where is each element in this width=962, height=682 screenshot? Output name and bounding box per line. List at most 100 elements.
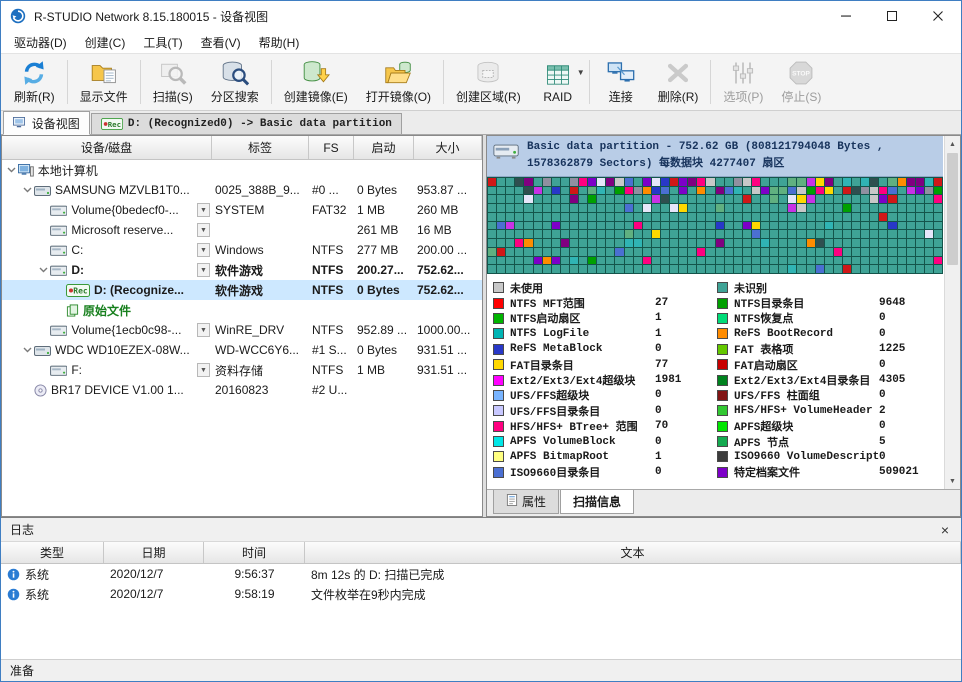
- map-block: [697, 204, 705, 212]
- expander-icon[interactable]: [21, 347, 33, 353]
- window-controls: [823, 1, 961, 31]
- volume-dropdown-icon[interactable]: ▼: [197, 203, 210, 217]
- tab-properties[interactable]: 属性: [493, 490, 559, 514]
- device-cell: C:▼: [2, 240, 212, 260]
- scrollbar-thumb[interactable]: [947, 153, 958, 265]
- legend-swatch: [717, 390, 728, 401]
- column-header-boot[interactable]: 启动: [354, 136, 414, 159]
- map-block: [852, 257, 860, 265]
- device-row-5[interactable]: D:▼软件游戏NTFS200.27...752.62...: [2, 260, 482, 280]
- column-header-label[interactable]: 标签: [212, 136, 309, 159]
- tab-label: 属性: [522, 493, 546, 510]
- legend-item-left-6: Ext2/Ext3/Ext4超级块1981: [493, 372, 717, 387]
- legend-swatch: [493, 298, 504, 309]
- scroll-up-icon[interactable]: ▲: [945, 136, 960, 152]
- menu-item-1[interactable]: 创建(C): [76, 32, 135, 53]
- map-block: [570, 239, 578, 247]
- log-column-header-3[interactable]: 文本: [305, 542, 961, 563]
- legend-label: APFS BitmapRoot: [510, 451, 655, 463]
- toolbar-raid-button[interactable]: RAID▼: [530, 56, 586, 108]
- map-block: [716, 265, 724, 273]
- device-row-0[interactable]: 本地计算机: [2, 160, 482, 180]
- map-block: [870, 239, 878, 247]
- map-block: [861, 265, 869, 273]
- map-block: [524, 257, 532, 265]
- map-block: [934, 213, 942, 221]
- toolbar-show-files-button[interactable]: 显示文件: [71, 56, 137, 108]
- menu-item-3[interactable]: 查看(V): [192, 32, 250, 53]
- legend-swatch: [717, 359, 728, 370]
- legend-count: 0: [879, 389, 941, 401]
- device-row-11[interactable]: BR17 DEVICE V1.00 1...20160823#2 U...: [2, 380, 482, 400]
- log-row-0[interactable]: 系统2020/12/79:56:378m 12s 的 D: 扫描已完成: [1, 564, 961, 584]
- map-block: [552, 187, 560, 195]
- column-header-fs[interactable]: FS: [309, 136, 354, 159]
- volume-dropdown-icon[interactable]: ▼: [197, 223, 210, 237]
- device-row-9[interactable]: WDC WD10EZEX-08W...WD-WCC6Y6...#1 S...0 …: [2, 340, 482, 360]
- tab-device-view[interactable]: 设备视图: [3, 111, 90, 135]
- map-block: [734, 213, 742, 221]
- cell-label: [212, 160, 309, 180]
- maximize-button[interactable]: [869, 1, 915, 31]
- log-column-header-1[interactable]: 日期: [104, 542, 204, 563]
- dropdown-arrow-icon[interactable]: ▼: [577, 68, 585, 77]
- scroll-down-icon[interactable]: ▼: [945, 473, 960, 489]
- volume-dropdown-icon[interactable]: ▼: [197, 363, 210, 377]
- map-block: [770, 204, 778, 212]
- map-block: [615, 204, 623, 212]
- expander-icon[interactable]: [5, 167, 17, 173]
- device-row-8[interactable]: Volume{1ecb0c98-...▼WinRE_DRVNTFS952.89 …: [2, 320, 482, 340]
- expander-icon[interactable]: [21, 187, 33, 193]
- log-row-1[interactable]: 系统2020/12/79:58:19文件枚举在9秒内完成: [1, 584, 961, 604]
- menu-item-4[interactable]: 帮助(H): [250, 32, 309, 53]
- expander-icon[interactable]: [37, 267, 49, 273]
- map-block: [852, 248, 860, 256]
- minimize-button[interactable]: [823, 1, 869, 31]
- map-block: [524, 239, 532, 247]
- menu-item-2[interactable]: 工具(T): [134, 32, 191, 53]
- tab-partition-scan[interactable]: RecD: (Recognized0) -> Basic data partit…: [91, 113, 402, 134]
- device-row-7[interactable]: 原始文件: [2, 300, 482, 320]
- map-block: [661, 222, 669, 230]
- map-block: [661, 178, 669, 186]
- map-block: [679, 178, 687, 186]
- partition-map[interactable]: [487, 177, 943, 274]
- device-row-1[interactable]: SAMSUNG MZVLB1T0...0025_388B_9...#0 ...0…: [2, 180, 482, 200]
- toolbar-refresh-button[interactable]: 刷新(R): [5, 56, 64, 108]
- legend-count: 2: [879, 405, 941, 417]
- map-block: [488, 265, 496, 273]
- device-row-4[interactable]: C:▼WindowsNTFS277 MB200.00 ...: [2, 240, 482, 260]
- map-block: [506, 248, 514, 256]
- log-column-header-0[interactable]: 类型: [1, 542, 104, 563]
- toolbar-open-image-button[interactable]: 打开镜像(O): [357, 56, 440, 108]
- device-row-2[interactable]: Volume{0bedecf0-...▼SYSTEMFAT321 MB260 M…: [2, 200, 482, 220]
- device-row-3[interactable]: Microsoft reserve...▼261 MB16 MB: [2, 220, 482, 240]
- column-header-size[interactable]: 大小: [414, 136, 482, 159]
- map-block: [797, 265, 805, 273]
- legend-swatch: [493, 451, 504, 462]
- map-block: [843, 204, 851, 212]
- toolbar-partition-search-button[interactable]: 分区搜索: [202, 56, 268, 108]
- vertical-scrollbar[interactable]: ▲ ▼: [944, 136, 960, 489]
- tab-scan-information[interactable]: 扫描信息: [560, 490, 634, 514]
- legend-swatch: [717, 421, 728, 432]
- toolbar-create-image-button[interactable]: 创建镜像(E): [275, 56, 357, 108]
- volume-dropdown-icon[interactable]: ▼: [197, 263, 210, 277]
- toolbar-connect-button[interactable]: 连接: [593, 56, 649, 108]
- device-cell: Volume{0bedecf0-...▼: [2, 200, 212, 220]
- volume-dropdown-icon[interactable]: ▼: [197, 243, 210, 257]
- log-column-header-2[interactable]: 时间: [204, 542, 305, 563]
- device-row-6[interactable]: RecD: (Recognize...软件游戏NTFS0 Bytes752.62…: [2, 280, 482, 300]
- legend-swatch: [493, 344, 504, 355]
- map-block: [615, 248, 623, 256]
- map-block: [816, 265, 824, 273]
- device-row-10[interactable]: F:▼资料存储NTFS1 MB931.51 ...: [2, 360, 482, 380]
- volume-dropdown-icon[interactable]: ▼: [197, 323, 210, 337]
- map-block: [779, 230, 787, 238]
- menu-item-0[interactable]: 驱动器(D): [5, 32, 76, 53]
- column-header-device[interactable]: 设备/磁盘: [2, 136, 212, 159]
- close-button[interactable]: [915, 1, 961, 31]
- raw-files-icon: [66, 304, 79, 317]
- log-close-icon[interactable]: ×: [938, 523, 952, 537]
- map-block: [870, 230, 878, 238]
